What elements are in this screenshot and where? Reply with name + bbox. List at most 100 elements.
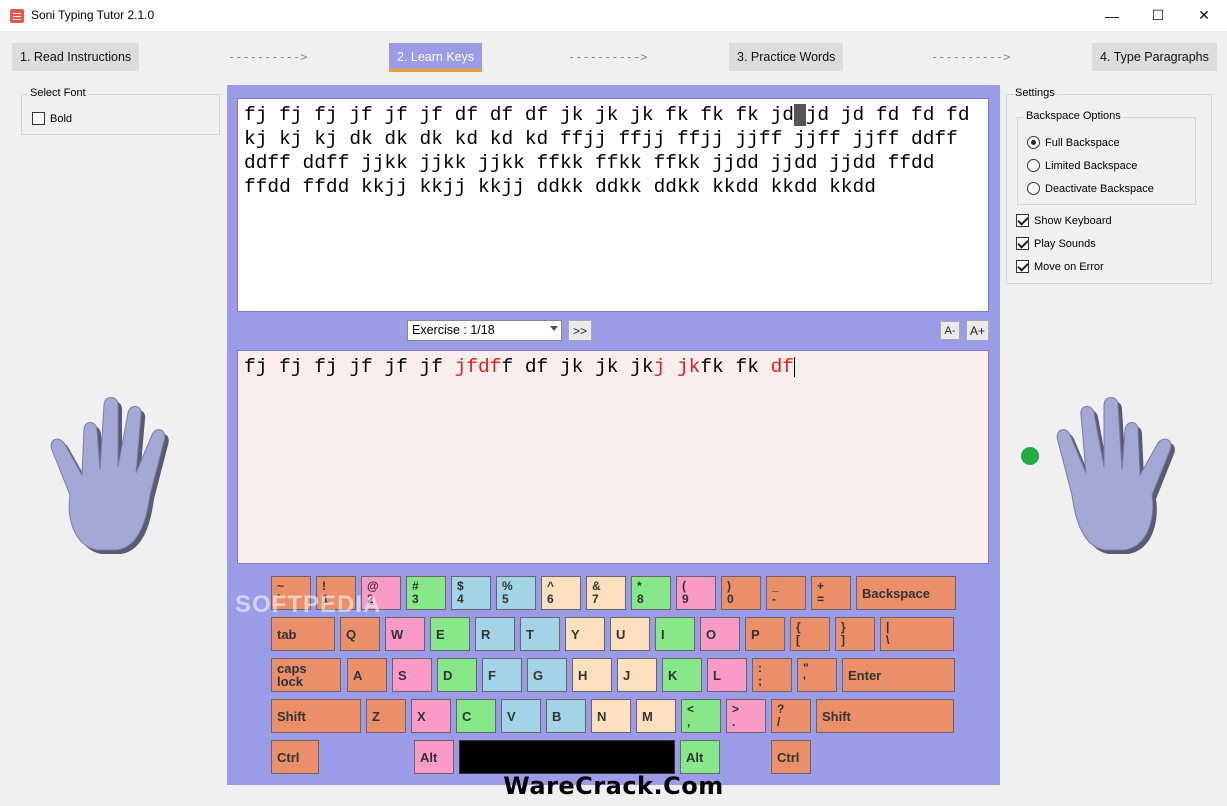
play-sounds-box[interactable]: [1016, 237, 1029, 250]
key-enter[interactable]: Enter: [842, 658, 955, 692]
key-s[interactable]: S: [392, 658, 432, 692]
key-h[interactable]: H: [572, 658, 612, 692]
key-close-bracket[interactable]: }]: [835, 617, 875, 651]
key-7[interactable]: & 7: [586, 576, 626, 610]
key-q[interactable]: Q: [340, 617, 380, 651]
bold-checkbox[interactable]: Bold: [32, 112, 72, 125]
full-backspace-radio[interactable]: Full Backspace: [1027, 136, 1120, 149]
play-sounds-checkbox[interactable]: Play Sounds: [1016, 237, 1096, 250]
key-w[interactable]: W: [385, 617, 425, 651]
key-label: 4: [457, 592, 464, 606]
right-hand-icon: [1056, 397, 1175, 554]
key-label: 6: [547, 592, 554, 606]
bold-label: Bold: [50, 112, 73, 125]
key-label: Alt: [686, 749, 704, 765]
typing-input-pane[interactable]: fj fj fj jf jf jf jfdff df jk jk jkj jkf…: [237, 350, 989, 564]
key-g[interactable]: G: [527, 658, 567, 692]
step-arrow: ---------->: [568, 50, 648, 64]
maximize-icon[interactable]: ☐: [1135, 0, 1181, 31]
key-a[interactable]: A: [347, 658, 387, 692]
key-label: Enter: [848, 667, 882, 683]
key-j[interactable]: J: [617, 658, 657, 692]
step-practice-words[interactable]: 3. Practice Words: [729, 43, 844, 71]
key-i[interactable]: I: [655, 617, 695, 651]
key-label: B: [552, 708, 562, 724]
key-l[interactable]: L: [707, 658, 747, 692]
key-backslash[interactable]: | \: [880, 617, 954, 651]
key-quote[interactable]: " ': [797, 658, 837, 692]
radio-dot[interactable]: [1027, 136, 1040, 149]
key-x[interactable]: X: [411, 699, 451, 733]
key-left-ctrl[interactable]: Ctrl: [271, 740, 319, 774]
key--[interactable]: _ -: [766, 576, 806, 610]
key-3[interactable]: #3: [406, 576, 446, 610]
key-b[interactable]: B: [546, 699, 586, 733]
key-d[interactable]: D: [437, 658, 477, 692]
key-right-ctrl[interactable]: Ctrl: [771, 740, 811, 774]
key-space[interactable]: [459, 740, 675, 774]
key-9[interactable]: (9: [676, 576, 716, 610]
key-u[interactable]: U: [610, 617, 650, 651]
step-learn-keys[interactable]: 2. Learn Keys: [389, 43, 483, 72]
key-period[interactable]: >.: [726, 699, 766, 733]
key-6[interactable]: ^ 6: [541, 576, 581, 610]
typed-error-segment: jfdf: [454, 356, 502, 378]
key-caps-lock[interactable]: caps lock: [271, 658, 341, 692]
show-keyboard-box[interactable]: [1016, 214, 1029, 227]
watermark: SOFTPEDIA: [235, 591, 382, 618]
move-on-error-box[interactable]: [1016, 260, 1029, 273]
key-left-alt[interactable]: Alt: [414, 740, 454, 774]
deactivate-backspace-label: Deactivate Backspace: [1045, 182, 1154, 195]
radio-dot[interactable]: [1027, 182, 1040, 195]
key-label: N: [597, 708, 607, 724]
radio-dot[interactable]: [1027, 159, 1040, 172]
key-t[interactable]: T: [520, 617, 560, 651]
typing-caret: [794, 356, 796, 377]
key-r[interactable]: R: [475, 617, 515, 651]
key-y[interactable]: Y: [565, 617, 605, 651]
step-read-instructions[interactable]: 1. Read Instructions: [12, 43, 140, 71]
key-o[interactable]: O: [700, 617, 740, 651]
move-on-error-checkbox[interactable]: Move on Error: [1016, 260, 1104, 273]
key-comma[interactable]: <,: [681, 699, 721, 733]
key-label: T: [526, 626, 534, 642]
key-4[interactable]: $4: [451, 576, 491, 610]
key-z[interactable]: Z: [366, 699, 406, 733]
key-8[interactable]: * 8: [631, 576, 671, 610]
font-decrease-button[interactable]: A-: [940, 321, 960, 340]
key-m[interactable]: M: [636, 699, 676, 733]
key-semicolon[interactable]: :;: [752, 658, 792, 692]
key-f[interactable]: F: [482, 658, 522, 692]
deactivate-backspace-radio[interactable]: Deactivate Backspace: [1027, 182, 1154, 195]
key-c[interactable]: C: [456, 699, 496, 733]
step-type-paragraphs[interactable]: 4. Type Paragraphs: [1092, 43, 1217, 71]
minimize-icon[interactable]: —: [1089, 0, 1135, 31]
exercise-select[interactable]: Exercise : 1/18: [407, 320, 562, 341]
key-slash[interactable]: ? /: [771, 699, 811, 733]
key-p[interactable]: P: [745, 617, 785, 651]
key-right-shift[interactable]: Shift: [816, 699, 954, 733]
bold-checkbox-box[interactable]: [32, 112, 45, 125]
limited-backspace-radio[interactable]: Limited Backspace: [1027, 159, 1137, 172]
key-label: Ctrl: [777, 749, 800, 765]
key-0[interactable]: ) 0: [721, 576, 761, 610]
key-k[interactable]: K: [662, 658, 702, 692]
key-tab[interactable]: tab: [271, 617, 335, 651]
key-backspace[interactable]: Backspace: [856, 576, 956, 610]
key-right-alt[interactable]: Alt: [680, 740, 720, 774]
close-icon[interactable]: ✕: [1181, 0, 1227, 31]
next-exercise-button[interactable]: >>: [568, 320, 592, 341]
select-font-group: Select Font Bold: [21, 87, 220, 135]
key-5[interactable]: % 5: [496, 576, 536, 610]
key-e[interactable]: E: [430, 617, 470, 651]
key-label: P: [751, 626, 760, 642]
key-=[interactable]: + =: [811, 576, 851, 610]
key-label: C: [462, 708, 472, 724]
key-label: Q: [346, 626, 357, 642]
font-increase-button[interactable]: A+: [966, 320, 989, 341]
key-open-bracket[interactable]: {[: [790, 617, 830, 651]
key-n[interactable]: N: [591, 699, 631, 733]
key-v[interactable]: V: [501, 699, 541, 733]
key-left-shift[interactable]: Shift: [271, 699, 361, 733]
show-keyboard-checkbox[interactable]: Show Keyboard: [1016, 214, 1112, 227]
